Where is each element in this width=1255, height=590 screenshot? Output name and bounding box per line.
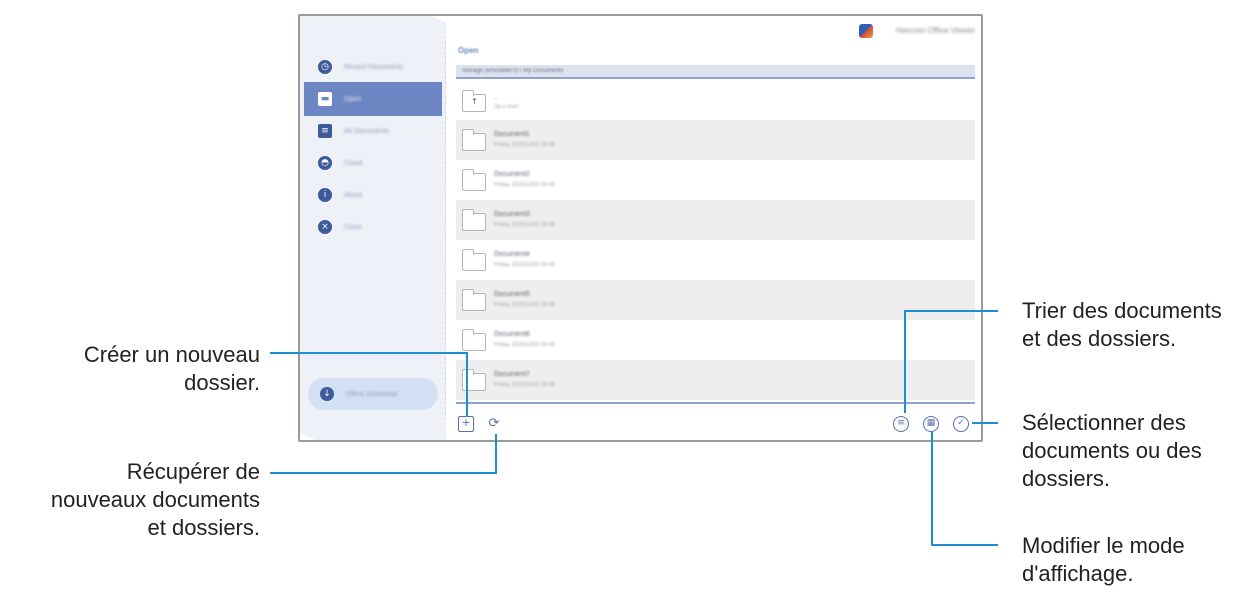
callout-view-mode: Modifier le mode d'affichage. xyxy=(1022,532,1185,588)
sidebar-item-cloud[interactable]: ◓ Cloud xyxy=(304,146,442,180)
callout-text: Modifier le mode xyxy=(1022,533,1185,558)
callout-line-refresh xyxy=(495,434,497,474)
arrow-up-icon: ↑ xyxy=(471,97,478,106)
row-name: Document5 xyxy=(494,291,530,298)
callout-text: et dossiers. xyxy=(147,515,261,540)
sidebar-item-open[interactable]: ▬ Open xyxy=(304,82,442,116)
table-row[interactable]: Document5 Friday, 2015/12/31 00:00 xyxy=(456,280,975,320)
row-date: Friday, 2015/12/31 00:00 xyxy=(494,222,555,228)
sidebar-item-label: Close xyxy=(344,223,362,231)
close-icon: × xyxy=(318,220,332,234)
download-label: Office Download xyxy=(346,390,398,398)
sidebar-item-about[interactable]: i About xyxy=(304,178,442,212)
select-check-icon: ✓ xyxy=(957,418,965,428)
callout-select: Sélectionner des documents ou des dossie… xyxy=(1022,409,1202,493)
callout-text: nouveaux documents xyxy=(50,487,260,512)
row-date: Friday, 2015/12/31 00:00 xyxy=(494,302,555,308)
row-name: Document4 xyxy=(494,251,530,258)
table-row[interactable]: Document7 Friday, 2015/12/31 00:00 xyxy=(456,360,975,400)
callout-text: dossiers. xyxy=(1022,466,1111,491)
folder-icon xyxy=(461,209,486,231)
callout-line-sort xyxy=(904,310,906,413)
callout-line-refresh xyxy=(270,472,497,474)
callout-text: et des dossiers. xyxy=(1022,326,1177,351)
app-name: Hancom Office Viewer xyxy=(895,26,975,35)
sidebar-item-recent[interactable]: ◷ Recent Documents xyxy=(304,50,442,84)
callout-line-new-folder xyxy=(270,352,468,354)
folder-icon xyxy=(461,169,486,191)
file-browser: Hancom Office Viewer Open Storage (emula… xyxy=(454,16,981,440)
callout-text: d'affichage. xyxy=(1022,561,1134,586)
refresh-icon: ⟳ xyxy=(488,416,500,431)
breadcrumb[interactable]: Storage (emulated 0) / My Documents xyxy=(456,65,975,79)
sidebar-item-label: About xyxy=(344,191,363,199)
row-name: Document3 xyxy=(494,211,530,218)
cloud-icon: ◓ xyxy=(318,156,332,170)
sidebar-item-label: Open xyxy=(344,95,362,103)
page-title: Open xyxy=(458,46,479,55)
row-date: Friday, 2015/12/31 00:00 xyxy=(494,262,555,268)
table-row[interactable]: Document4 Friday, 2015/12/31 00:00 xyxy=(456,240,975,280)
sidebar-item-label: Recent Documents xyxy=(344,63,404,71)
folder-up-icon: ↑ xyxy=(461,90,486,112)
toolbar-divider xyxy=(456,402,975,404)
callout-new-folder: Créer un nouveau dossier. xyxy=(84,341,260,397)
callout-line-view-mode xyxy=(931,432,933,546)
table-row[interactable]: Document1 Friday, 2015/12/31 00:00 xyxy=(456,120,975,160)
sidebar: ◷ Recent Documents ▬ Open ≡ All Document… xyxy=(300,16,446,440)
new-folder-button[interactable]: + xyxy=(458,416,474,432)
folder-add-icon: + xyxy=(461,416,471,429)
callout-sort: Trier des documents et des dossiers. xyxy=(1022,297,1222,353)
download-icon: ↓ xyxy=(320,387,334,401)
callout-text: Sélectionner des xyxy=(1022,410,1186,435)
parent-folder-row[interactable]: ↑ .. Up a level xyxy=(456,84,975,120)
refresh-button[interactable]: ⟳ xyxy=(486,416,502,432)
sort-icon: ≡ xyxy=(897,418,905,428)
row-name: Document1 xyxy=(494,131,530,138)
callout-text: dossier. xyxy=(184,370,260,395)
callout-text: documents ou des xyxy=(1022,438,1202,463)
callout-line-view-mode xyxy=(931,544,998,546)
callout-refresh: Récupérer de nouveaux documents et dossi… xyxy=(51,458,260,542)
office-download-button[interactable]: ↓ Office Download xyxy=(308,378,438,410)
table-row[interactable]: Document2 Friday, 2015/12/31 00:00 xyxy=(456,160,975,200)
sort-button[interactable]: ≡ xyxy=(893,416,909,432)
sidebar-item-label: Cloud xyxy=(344,159,363,167)
row-date: Friday, 2015/12/31 00:00 xyxy=(494,142,555,148)
callout-text: Récupérer de xyxy=(126,459,260,484)
table-row[interactable]: Document6 Friday, 2015/12/31 00:00 xyxy=(456,320,975,360)
folder-icon xyxy=(461,289,486,311)
clock-icon: ◷ xyxy=(318,60,332,74)
app-logo-icon xyxy=(859,24,873,38)
callout-line-sort xyxy=(904,310,998,312)
row-date: Friday, 2015/12/31 00:00 xyxy=(494,182,555,188)
folder-icon xyxy=(461,329,486,351)
row-sub: Up a level xyxy=(494,104,519,110)
table-row[interactable]: Document3 Friday, 2015/12/31 00:00 xyxy=(456,200,975,240)
callout-line-new-folder xyxy=(466,352,468,417)
view-mode-icon: ▦ xyxy=(926,418,936,428)
row-name: Document7 xyxy=(494,371,530,378)
folder-icon xyxy=(461,249,486,271)
folder-icon xyxy=(461,129,486,151)
sidebar-item-all-documents[interactable]: ≡ All Documents xyxy=(304,114,442,148)
sidebar-item-label: All Documents xyxy=(344,127,390,135)
view-mode-button[interactable]: ▦ xyxy=(923,416,939,432)
tablet-screen: ◷ Recent Documents ▬ Open ≡ All Document… xyxy=(298,14,983,442)
row-name: Document2 xyxy=(494,171,530,178)
select-button[interactable]: ✓ xyxy=(953,416,969,432)
row-name: Document6 xyxy=(494,331,530,338)
row-date: Friday, 2015/12/31 00:00 xyxy=(494,382,555,388)
sidebar-item-close[interactable]: × Close xyxy=(304,210,442,244)
row-name: .. xyxy=(494,94,498,101)
callout-text: Trier des documents xyxy=(1022,298,1222,323)
folder-open-icon: ▬ xyxy=(318,92,332,106)
documents-icon: ≡ xyxy=(318,124,332,138)
breadcrumb-path: Storage (emulated 0) / My Documents xyxy=(462,68,564,74)
info-icon: i xyxy=(318,188,332,202)
callout-line-select xyxy=(972,422,998,424)
row-date: Friday, 2015/12/31 00:00 xyxy=(494,342,555,348)
callout-text: Créer un nouveau xyxy=(83,342,260,367)
